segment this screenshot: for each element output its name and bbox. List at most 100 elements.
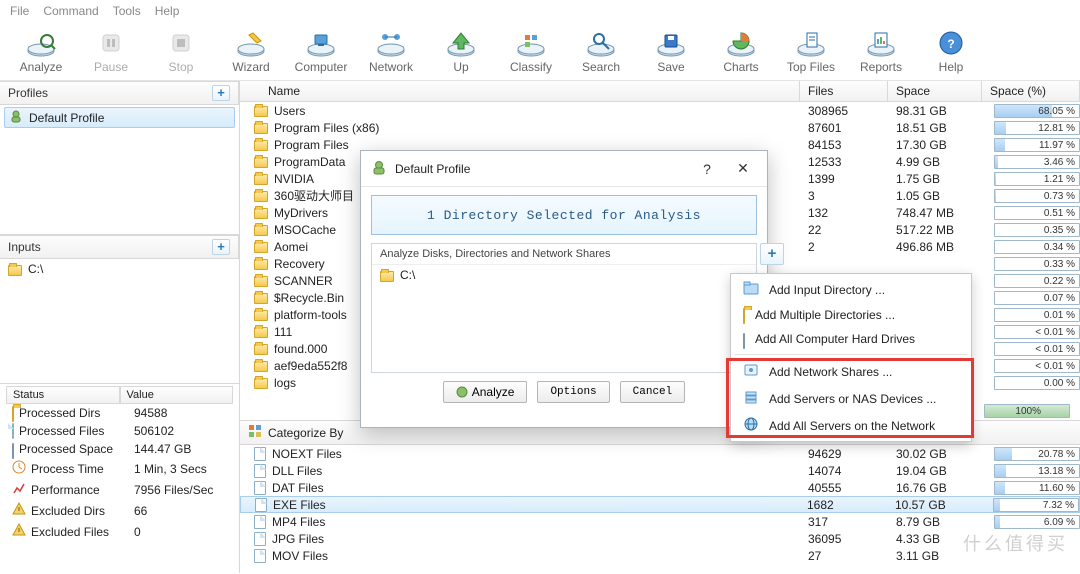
category-row[interactable]: NOEXT Files 94629 30.02 GB 20.78 % — [240, 445, 1080, 462]
profile-icon — [9, 109, 23, 126]
menu-tools[interactable]: Tools — [113, 4, 141, 18]
folder-icon — [254, 361, 268, 372]
toolbar-classify-button[interactable]: Classify — [496, 26, 566, 78]
menu-item[interactable]: Add All Servers on the Network — [733, 412, 969, 439]
profiles-label: Profiles — [8, 86, 48, 100]
menu-item[interactable]: Add Multiple Directories ... — [733, 303, 969, 327]
pct-bar: 0.00 % — [994, 376, 1080, 390]
analyze-button[interactable]: Analyze — [443, 381, 528, 403]
category-row[interactable]: DAT Files 40555 16.76 GB 11.60 % — [240, 479, 1080, 496]
folder-icon — [254, 259, 268, 270]
search-icon — [583, 28, 619, 58]
pct-bar: 6.09 % — [994, 515, 1080, 529]
toolbar-analyze-button[interactable]: Analyze — [6, 26, 76, 78]
status-panel: Status Value Processed Dirs 94588 Proces… — [0, 384, 239, 573]
status-key: Excluded Dirs — [31, 504, 105, 518]
pct-bar: 0.01 % — [994, 308, 1080, 322]
dir-row[interactable]: Program Files (x86) 87601 18.51 GB 12.81… — [240, 119, 1080, 136]
add-profile-button[interactable]: + — [212, 85, 230, 101]
pct-bar: 3.46 % — [994, 155, 1080, 169]
folder-icon — [254, 140, 268, 151]
col-files[interactable]: Files — [800, 81, 888, 101]
category-row[interactable]: MP4 Files 317 8.79 GB 6.09 % — [240, 513, 1080, 530]
options-button[interactable]: Options — [537, 381, 609, 403]
dialog-help-button[interactable]: ? — [693, 161, 721, 177]
toolbar-network-button[interactable]: Network — [356, 26, 426, 78]
dir-name: 111 — [274, 325, 292, 339]
folder-icon — [254, 106, 268, 117]
toolbar-wizard-button[interactable]: Wizard — [216, 26, 286, 78]
menu-command[interactable]: Command — [43, 4, 98, 18]
pct-bar: 11.60 % — [994, 481, 1080, 495]
toolbar-stop-button: Stop — [146, 26, 216, 78]
menu-file[interactable]: File — [10, 4, 29, 18]
folder-icon — [254, 123, 268, 134]
folder-icon — [12, 406, 14, 420]
dialog-icon — [371, 159, 387, 178]
pct-bar: 11.97 % — [994, 138, 1080, 152]
toolbar-label: Save — [657, 60, 684, 74]
category-row[interactable]: JPG Files 36095 4.33 GB — [240, 530, 1080, 547]
dir-name: SCANNER — [274, 274, 333, 288]
menu-item-label: Add All Computer Hard Drives — [755, 332, 915, 346]
cat-name: DAT Files — [272, 481, 324, 495]
profile-item-label: Default Profile — [29, 111, 104, 125]
toolbar: Analyze Pause Stop Wizard Computer Netwo… — [0, 22, 1080, 81]
add-input-button[interactable]: + — [212, 239, 230, 255]
cat-name: MP4 Files — [272, 515, 325, 529]
toolbar-topfiles-button[interactable]: Top Files — [776, 26, 846, 78]
folder-icon — [254, 242, 268, 253]
dialog-add-input-button[interactable]: + — [760, 243, 784, 265]
toolbar-save-button[interactable]: Save — [636, 26, 706, 78]
col-space-pct[interactable]: Space (%) — [982, 81, 1080, 101]
inputs-header: Inputs + — [0, 235, 239, 259]
menu-help[interactable]: Help — [155, 4, 180, 18]
cat-name: DLL Files — [272, 464, 322, 478]
cat-space: 8.79 GB — [888, 515, 982, 529]
profile-item-default[interactable]: Default Profile — [4, 107, 235, 128]
folder-icon — [254, 378, 268, 389]
category-row[interactable]: EXE Files 1682 10.57 GB 7.32 % — [240, 496, 1080, 513]
status-row: Processed Files 506102 — [6, 422, 233, 440]
dir-name: 360驱动大师目 — [274, 187, 354, 204]
dir-row[interactable]: Users 308965 98.31 GB 68.05 % — [240, 102, 1080, 119]
toolbar-charts-button[interactable]: Charts — [706, 26, 776, 78]
pct-bar: 0.35 % — [994, 223, 1080, 237]
status-value: 66 — [128, 501, 233, 520]
dialog-title: Default Profile — [395, 162, 685, 176]
menu-item[interactable]: Add Network Shares ... — [733, 358, 969, 385]
dialog-input-item[interactable]: C:\ — [372, 265, 756, 285]
folder-icon — [254, 293, 268, 304]
status-row: Processed Dirs 94588 — [6, 404, 233, 422]
status-row: Processed Space 144.47 GB — [6, 440, 233, 458]
col-name[interactable]: Name — [240, 81, 800, 101]
status-row: Excluded Files 0 — [6, 521, 233, 542]
toolbar-up-button[interactable]: Up — [426, 26, 496, 78]
stop-icon — [163, 28, 199, 58]
category-row[interactable]: MOV Files 27 3.11 GB — [240, 547, 1080, 564]
toolbar-reports-button[interactable]: Reports — [846, 26, 916, 78]
file-icon — [254, 532, 266, 546]
status-row: Excluded Dirs 66 — [6, 500, 233, 521]
toolbar-search-button[interactable]: Search — [566, 26, 636, 78]
dir-name: platform-tools — [274, 308, 347, 322]
dialog-close-button[interactable]: ✕ — [729, 160, 757, 177]
menu-item[interactable]: Add Servers or NAS Devices ... — [733, 385, 969, 412]
status-key: Performance — [31, 483, 100, 497]
pct-bar: 0.33 % — [994, 257, 1080, 271]
input-item-c[interactable]: C:\ — [4, 261, 235, 277]
cancel-button[interactable]: Cancel — [620, 381, 686, 403]
dir-name: logs — [274, 376, 296, 390]
hdd-icon — [12, 442, 14, 456]
toolbar-computer-button[interactable]: Computer — [286, 26, 356, 78]
folder-icon — [254, 276, 268, 287]
status-value: 0 — [128, 522, 233, 541]
total-pct-bar: 100% — [984, 404, 1070, 418]
dialog-input-item-label: C:\ — [400, 268, 415, 282]
category-row[interactable]: DLL Files 14074 19.04 GB 13.18 % — [240, 462, 1080, 479]
toolbar-help-button[interactable]: ? Help — [916, 26, 986, 78]
cat-name: JPG Files — [272, 532, 324, 546]
col-space[interactable]: Space — [888, 81, 982, 101]
menu-item[interactable]: Add Input Directory ... — [733, 276, 969, 303]
menu-item[interactable]: Add All Computer Hard Drives — [733, 327, 969, 351]
